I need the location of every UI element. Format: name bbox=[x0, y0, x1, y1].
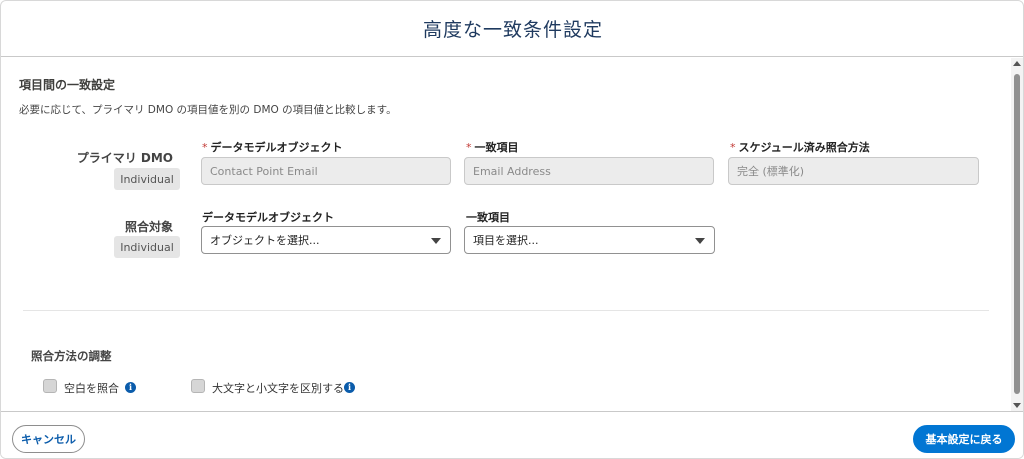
section-title: 項目間の一致設定 bbox=[19, 78, 116, 92]
adjust-section-title: 照合方法の調整 bbox=[31, 349, 112, 363]
primary-match-field-label: * 一致項目 bbox=[466, 141, 519, 154]
target-match-field-label: 一致項目 bbox=[466, 211, 510, 224]
info-icon[interactable]: i bbox=[344, 382, 355, 393]
info-icon[interactable]: i bbox=[125, 382, 136, 393]
scroll-down-icon[interactable] bbox=[1013, 403, 1021, 408]
primary-match-field-input: Email Address bbox=[464, 157, 714, 185]
target-badge: Individual bbox=[114, 236, 180, 258]
case-sensitive-checkbox[interactable] bbox=[191, 379, 205, 393]
required-mark: * bbox=[466, 141, 472, 154]
required-mark: * bbox=[202, 141, 208, 154]
vertical-scrollbar[interactable] bbox=[1011, 58, 1023, 411]
modal-footer: キャンセル 基本設定に戻る bbox=[1, 411, 1023, 458]
target-match-field-placeholder: 項目を選択... bbox=[473, 234, 539, 247]
scroll-up-icon[interactable] bbox=[1013, 61, 1021, 66]
cancel-button[interactable]: キャンセル bbox=[12, 425, 85, 453]
target-object-select[interactable]: オブジェクトを選択... bbox=[201, 226, 451, 254]
modal-title: 高度な一致条件設定 bbox=[422, 19, 603, 41]
match-blank-label: 空白を照合 bbox=[64, 382, 119, 395]
required-mark: * bbox=[730, 141, 736, 154]
primary-dmo-badge: Individual bbox=[114, 168, 180, 190]
target-object-placeholder: オブジェクトを選択... bbox=[210, 234, 320, 247]
primary-dmo-label: プライマリ DMO bbox=[76, 151, 173, 165]
section-description: 必要に応じて、プライマリ DMO の項目値を別の DMO の項目値と比較します。 bbox=[19, 104, 397, 116]
primary-object-input: Contact Point Email bbox=[201, 157, 451, 185]
modal-body: 項目間の一致設定 必要に応じて、プライマリ DMO の項目値を別の DMO の項… bbox=[1, 58, 1013, 411]
target-match-field-select[interactable]: 項目を選択... bbox=[464, 226, 715, 254]
primary-object-label: * データモデルオブジェクト bbox=[202, 141, 343, 154]
advanced-match-modal: 高度な一致条件設定 項目間の一致設定 必要に応じて、プライマリ DMO の項目値… bbox=[0, 0, 1024, 459]
chevron-down-icon bbox=[695, 238, 705, 244]
target-object-label: データモデルオブジェクト bbox=[202, 211, 334, 224]
chevron-down-icon bbox=[431, 238, 441, 244]
back-to-basic-settings-button[interactable]: 基本設定に戻る bbox=[913, 425, 1015, 453]
match-blank-checkbox[interactable] bbox=[43, 379, 57, 393]
target-label: 照合対象 bbox=[124, 220, 173, 234]
case-sensitive-label: 大文字と小文字を区別する bbox=[212, 382, 344, 395]
scheduled-method-input: 完全 (標準化) bbox=[728, 157, 979, 185]
modal-header: 高度な一致条件設定 bbox=[1, 1, 1023, 57]
section-divider bbox=[23, 310, 989, 311]
scheduled-method-label: * スケジュール済み照合方法 bbox=[730, 141, 870, 154]
scroll-thumb[interactable] bbox=[1014, 74, 1020, 394]
